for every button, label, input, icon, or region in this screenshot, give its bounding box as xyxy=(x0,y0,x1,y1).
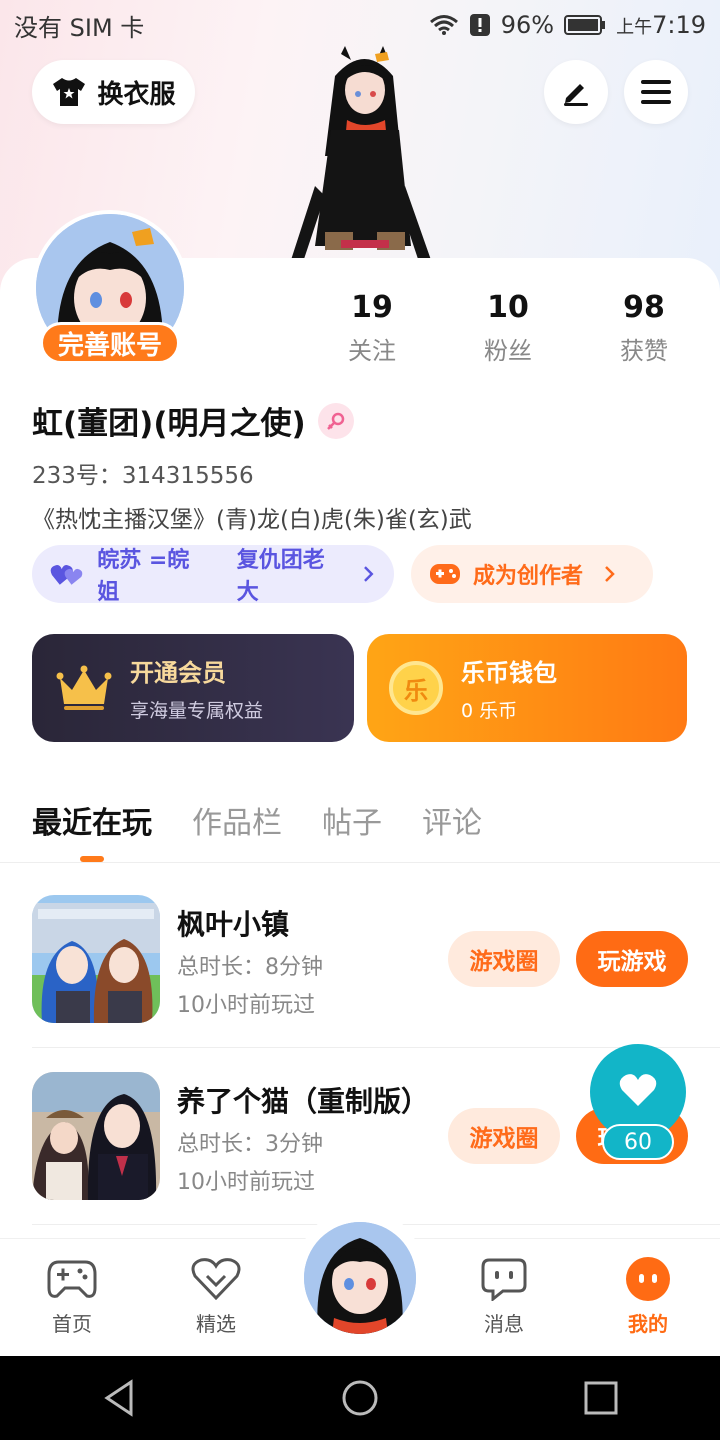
tab-comments[interactable]: 评论 xyxy=(422,798,482,842)
become-creator-label: 成为创作者 xyxy=(473,564,584,589)
female-gender-icon xyxy=(317,402,354,439)
group-pill[interactable]: 皖苏 =皖姐 复仇团老大 xyxy=(32,545,394,605)
like-count-badge: 60 xyxy=(602,1124,674,1160)
nav-profile-label: 我的 xyxy=(628,1312,668,1336)
group-role: 复仇团老大 xyxy=(236,548,325,605)
nav-featured-label: 精选 xyxy=(196,1312,236,1336)
tab-posts[interactable]: 帖子 xyxy=(322,798,382,842)
stat-likes-value: 98 xyxy=(623,290,665,325)
nav-featured[interactable]: 精选 xyxy=(166,1256,266,1337)
group-name: 皖苏 =皖姐 xyxy=(97,548,190,605)
coin-glyph: 乐 xyxy=(404,676,428,705)
crown-icon xyxy=(56,665,112,710)
stat-following[interactable]: 19 关注 xyxy=(317,290,427,366)
battery-percent: 96% xyxy=(500,11,555,39)
chat-icon xyxy=(481,1258,527,1301)
game-list-item[interactable]: 枫叶小镇 总时长：8分钟 10小时前玩过 游戏圈 玩游戏 xyxy=(32,895,720,1025)
nav-home[interactable]: 首页 xyxy=(22,1256,122,1337)
stat-fans[interactable]: 10 粉丝 xyxy=(453,290,563,366)
user-bio: 《热忱主播汉堡》(青)龙(白)虎(朱)雀(玄)武 xyxy=(32,507,472,533)
game-last-played: 10小时前玩过 xyxy=(177,993,315,1018)
game-circle-button[interactable]: 游戏圈 xyxy=(448,1108,560,1164)
vip-title: 开通会员 xyxy=(130,659,226,687)
stat-following-value: 19 xyxy=(351,290,393,325)
gamepad-plus-icon xyxy=(430,564,460,584)
user-id: 233号：314315556 xyxy=(32,463,254,489)
gamepad-icon xyxy=(47,1260,97,1298)
profile-face-icon xyxy=(626,1257,670,1301)
nav-messages[interactable]: 消息 xyxy=(454,1256,554,1337)
menu-icon xyxy=(641,80,671,104)
home-icon[interactable] xyxy=(340,1378,380,1418)
heart-icon xyxy=(619,1074,657,1106)
become-creator-pill[interactable]: 成为创作者 xyxy=(411,545,653,603)
change-outfit-button[interactable]: 换衣服 xyxy=(32,60,195,124)
game-last-played: 10小时前玩过 xyxy=(177,1170,315,1195)
vip-subtitle: 享海量专属权益 xyxy=(130,700,264,722)
wifi-icon xyxy=(429,15,458,35)
recents-icon[interactable] xyxy=(583,1380,619,1416)
complete-account-badge[interactable]: 完善账号 xyxy=(40,322,180,364)
wallet-balance: 0 乐币 xyxy=(461,700,518,722)
chevron-right-icon xyxy=(605,566,615,582)
wallet-title: 乐币钱包 xyxy=(461,659,557,687)
coin-icon: 乐 xyxy=(389,661,443,715)
game-thumbnail[interactable] xyxy=(32,895,160,1023)
stat-fans-label: 粉丝 xyxy=(484,337,532,365)
battery-icon xyxy=(564,15,606,35)
heart-badge-icon xyxy=(191,1258,241,1300)
tab-recently-played[interactable]: 最近在玩 xyxy=(32,798,152,842)
avatar-character-figure[interactable] xyxy=(285,46,435,266)
carrier-text: 没有 SIM 卡 xyxy=(14,13,145,42)
nav-messages-label: 消息 xyxy=(484,1312,524,1336)
menu-button[interactable] xyxy=(624,60,688,124)
content-tabs: 最近在玩 作品栏 帖子 评论 xyxy=(32,798,482,842)
nav-home-label: 首页 xyxy=(52,1312,92,1336)
time-prefix: 上午 xyxy=(616,17,653,38)
stat-fans-value: 10 xyxy=(487,290,529,325)
nav-avatar-button[interactable] xyxy=(304,1222,416,1334)
game-circle-button[interactable]: 游戏圈 xyxy=(448,931,560,987)
vip-membership-card[interactable]: 开通会员 享海量专属权益 xyxy=(32,634,354,742)
alert-icon xyxy=(469,14,490,36)
game-thumbnail[interactable] xyxy=(32,1072,160,1200)
nav-profile[interactable]: 我的 xyxy=(598,1256,698,1337)
game-duration: 总时长：3分钟 xyxy=(177,1132,323,1157)
game-duration: 总时长：8分钟 xyxy=(177,955,323,980)
edit-profile-button[interactable] xyxy=(544,60,608,124)
tabs-divider xyxy=(0,862,720,863)
system-navigation-bar xyxy=(0,1356,720,1440)
change-outfit-label: 换衣服 xyxy=(97,79,176,110)
back-icon[interactable] xyxy=(101,1378,137,1418)
profile-nickname: 虹(董团)(明月之使) xyxy=(32,398,354,443)
stat-likes[interactable]: 98 获赞 xyxy=(589,290,699,366)
double-heart-icon xyxy=(50,565,83,585)
chevron-right-icon xyxy=(364,566,374,582)
stat-following-label: 关注 xyxy=(348,337,396,365)
coin-wallet-card[interactable]: 乐 乐币钱包 0 乐币 xyxy=(367,634,687,742)
pen-icon xyxy=(564,84,588,106)
tshirt-icon xyxy=(53,78,86,106)
play-game-button[interactable]: 玩游戏 xyxy=(576,931,688,987)
stat-likes-label: 获赞 xyxy=(620,337,668,365)
status-bar: 没有 SIM 卡 96% 上午7:19 xyxy=(0,0,720,50)
nickname-text: 虹(董团)(明月之使) xyxy=(32,406,306,442)
game-title: 养了个猫（重制版） xyxy=(177,1085,430,1118)
time-value: 7:19 xyxy=(652,11,706,39)
game-title: 枫叶小镇 xyxy=(177,908,290,941)
tab-works[interactable]: 作品栏 xyxy=(192,798,282,842)
avatar-face-image xyxy=(304,1222,416,1334)
